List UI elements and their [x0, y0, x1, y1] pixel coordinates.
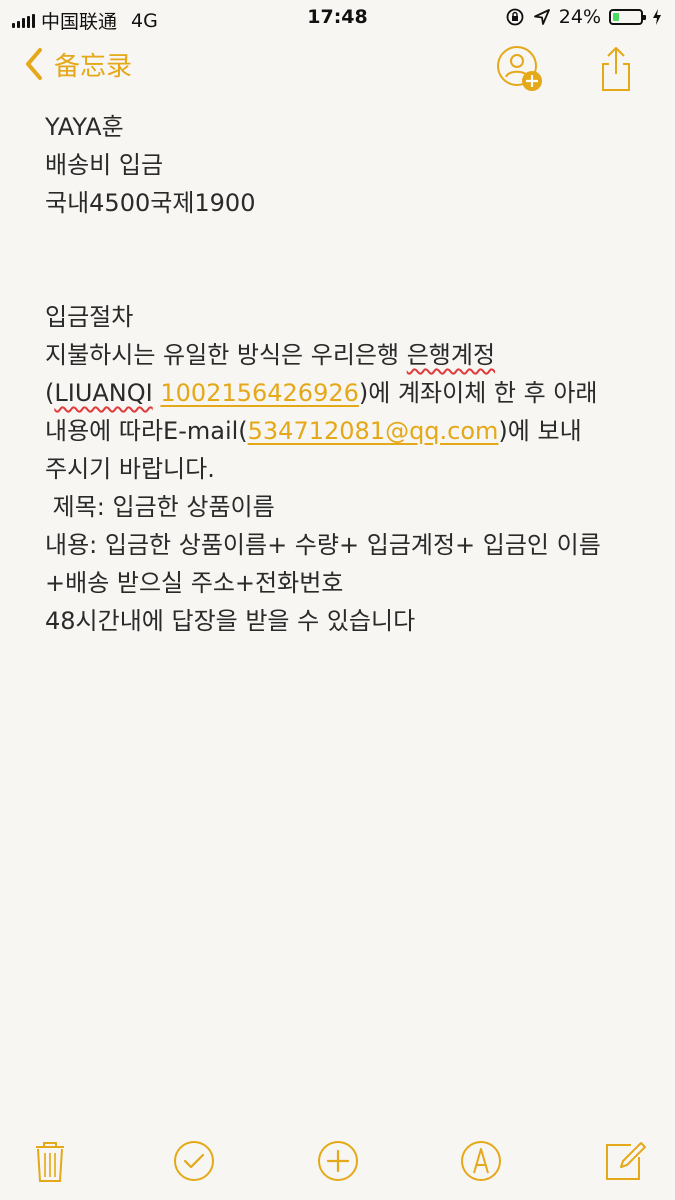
nav-bar: 备忘录	[0, 36, 675, 102]
status-right: 24%	[505, 6, 663, 28]
back-label: 备忘录	[54, 51, 133, 82]
bottom-toolbar	[0, 1122, 675, 1200]
battery-fill	[613, 13, 619, 21]
note-text: )에 계좌이체 한 후 아래	[358, 379, 598, 407]
note-line: 제목: 입금한 상품이름	[45, 493, 275, 521]
phone-number-link[interactable]: 1002156426926	[160, 379, 359, 407]
battery-icon	[609, 9, 646, 25]
note-line: 48시간내에 답장을 받을 수 있습니다	[45, 607, 416, 635]
orientation-lock-icon	[506, 8, 524, 26]
note-blank-line	[45, 260, 645, 298]
status-bar: 中国联通 4G 17:48 24%	[0, 0, 675, 36]
charging-bolt-icon	[653, 9, 661, 25]
nav-actions	[495, 44, 641, 94]
compose-icon[interactable]	[601, 1137, 649, 1185]
note-text: )에 보내	[498, 417, 582, 445]
note-line: 입금절차	[45, 303, 134, 331]
email-link[interactable]: 534712081@qq.com	[248, 417, 499, 445]
note-line: +배송 받으실 주소+전화번호	[45, 569, 344, 597]
note-body[interactable]: YAYA훈 배송비 입금 국내4500국제1900 입금절차 지불하시는 유일한…	[45, 108, 645, 640]
note-line: (LIUANQI 1002156426926)에 계좌이체 한 후 아래	[45, 374, 645, 412]
note-text: 내용에 따라E-mail(	[45, 417, 248, 445]
misspelled-word: LIUANQI	[54, 379, 153, 407]
note-text: 지불하시는 유일한 방식은 우리은행	[45, 341, 407, 369]
note-line: 주시기 바랍니다.	[45, 455, 215, 483]
note-text: (	[45, 379, 55, 407]
markup-icon[interactable]	[457, 1137, 505, 1185]
chevron-left-icon	[26, 48, 42, 80]
note-line: 지불하시는 유일한 방식은 우리은행 은행계정	[45, 336, 645, 374]
note-line: YAYA훈	[45, 113, 124, 141]
plus-icon[interactable]	[314, 1137, 362, 1185]
notes-app: 中国联通 4G 17:48 24% 备忘录 YAYA훈 배송비 입금 국내450…	[0, 0, 675, 1200]
add-person-icon[interactable]	[495, 44, 545, 94]
note-line: 내용: 입금한 상품이름+ 수량+ 입금계정+ 입금인 이름	[45, 531, 601, 559]
note-line: 국내4500국제1900	[45, 189, 256, 217]
checklist-icon[interactable]	[170, 1137, 218, 1185]
note-line: 배송비 입금	[45, 151, 164, 179]
location-icon	[533, 9, 550, 25]
battery-percent: 24%	[558, 6, 601, 28]
note-line: 내용에 따라E-mail(534712081@qq.com)에 보내	[45, 412, 645, 450]
trash-icon[interactable]	[26, 1137, 74, 1185]
misspelled-word: 은행계정	[406, 341, 496, 369]
back-button[interactable]: 备忘录	[20, 44, 132, 84]
share-icon[interactable]	[591, 44, 641, 94]
note-blank-line	[45, 222, 645, 260]
